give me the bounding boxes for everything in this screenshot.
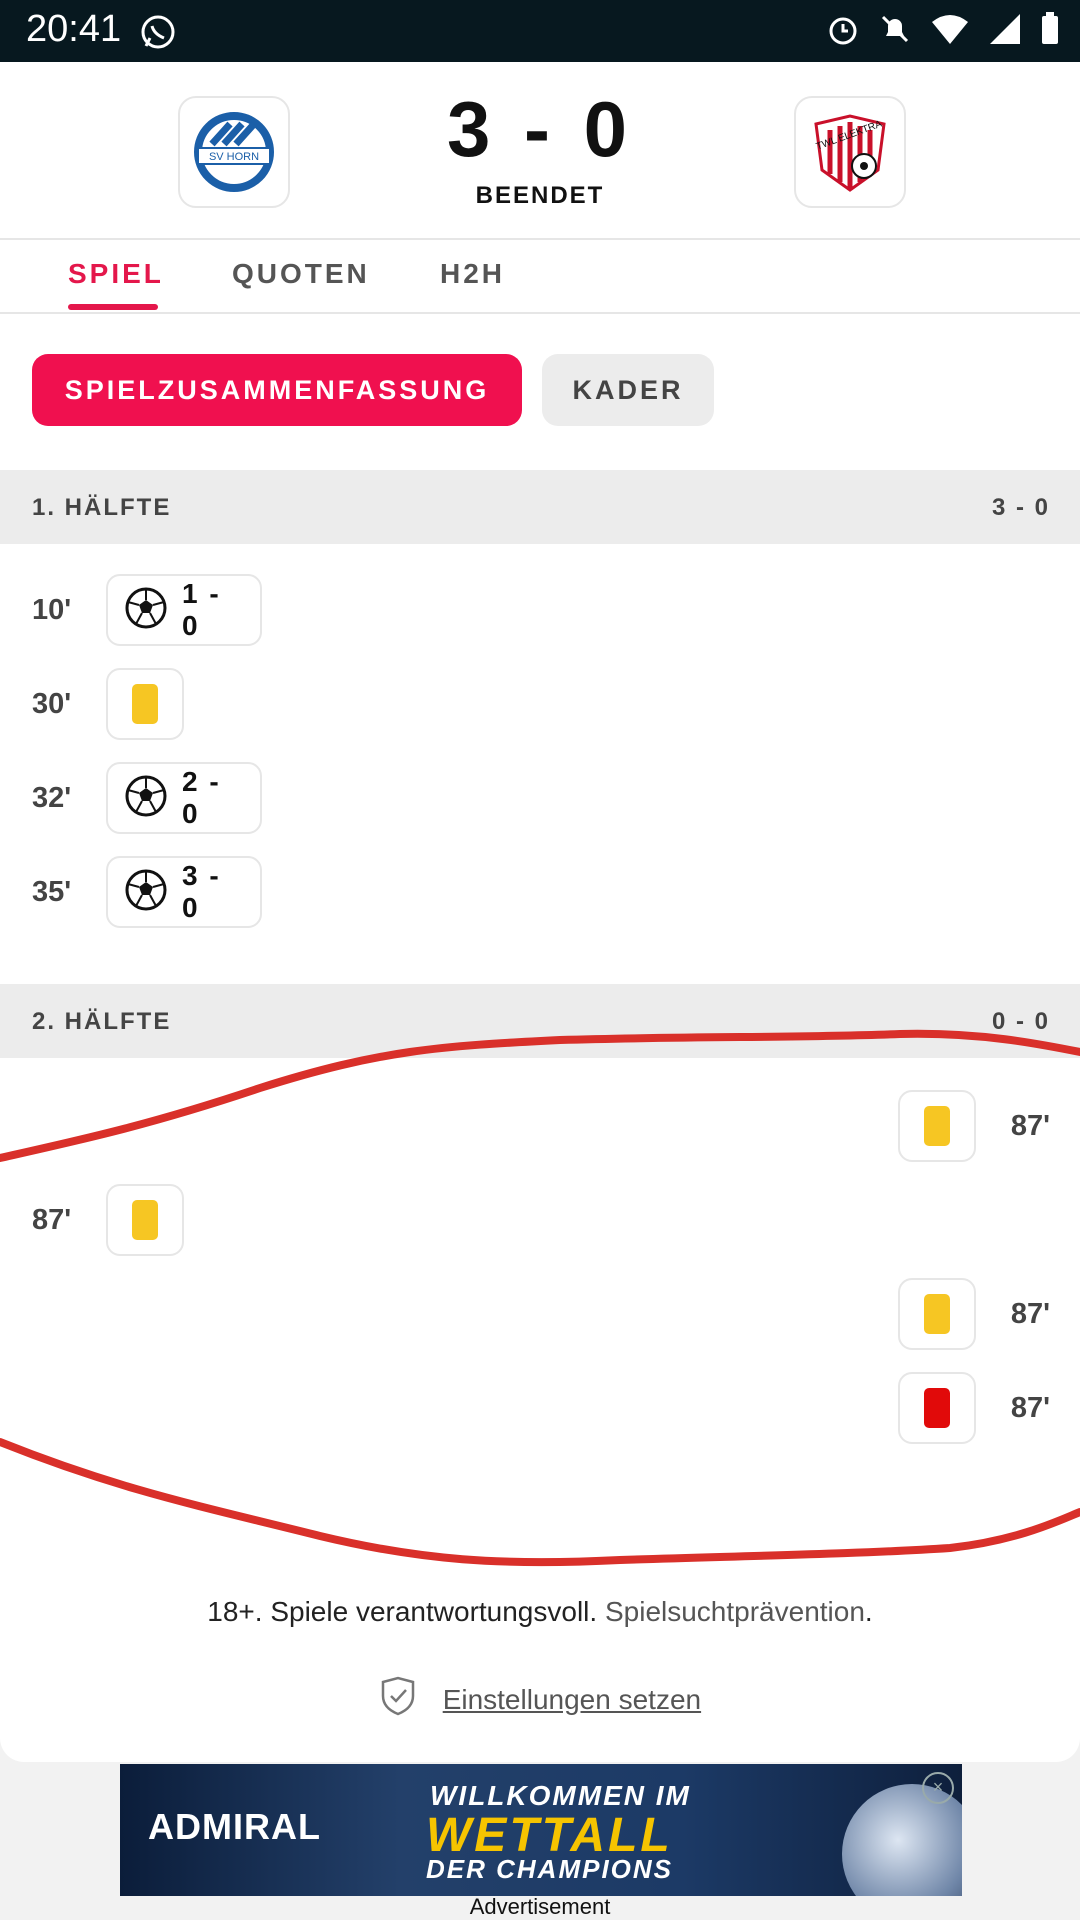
card-event[interactable] <box>898 1372 976 1444</box>
match-score: 3 - 0 <box>446 85 634 173</box>
match-card: SV HORN 3 - 0 BEENDET TWL ELEKTRA SPIEL … <box>0 62 1080 1762</box>
card-event[interactable] <box>898 1278 976 1350</box>
match-header: SV HORN 3 - 0 BEENDET TWL ELEKTRA <box>0 62 1080 240</box>
card-event[interactable] <box>106 1184 184 1256</box>
second-half-title: 2. HÄLFTE <box>32 1008 172 1035</box>
ad-banner[interactable]: ADMIRAL WILLKOMMEN IM WETTALL DER CHAMPI… <box>120 1764 962 1896</box>
event-minute: 87' <box>32 1204 72 1236</box>
goal-score: 1 - 0 <box>182 578 221 641</box>
event-minute: 87' <box>1010 1298 1050 1330</box>
footer-period: . <box>864 1596 873 1627</box>
ad-label: Advertisement <box>469 1894 611 1919</box>
settings-link[interactable]: Einstellungen setzen <box>443 1684 701 1715</box>
second-half-header: 2. HÄLFTE 0 - 0 <box>0 984 1080 1058</box>
first-half-header: 1. HÄLFTE 3 - 0 <box>0 470 1080 544</box>
soccer-ball-icon <box>124 586 168 635</box>
tab-spiel[interactable]: SPIEL <box>68 258 164 290</box>
card-event[interactable] <box>106 668 184 740</box>
first-half-result: 3 - 0 <box>991 494 1050 521</box>
status-bar: 20:41 <box>0 0 1080 62</box>
wifi-icon <box>930 12 970 51</box>
away-team-logo[interactable]: TWL ELEKTRA <box>794 96 906 208</box>
battery-icon <box>1040 12 1060 51</box>
age-notice: 18+. Spiele verantwortungsvoll. <box>207 1596 598 1627</box>
goal-event[interactable]: 3 - 0 <box>106 856 262 928</box>
event-row-away: 87' <box>0 1278 1080 1352</box>
event-minute: 87' <box>1010 1110 1050 1142</box>
yellow-card-icon <box>132 684 158 724</box>
event-minute: 32' <box>32 782 72 814</box>
soccer-ball-icon <box>124 774 168 823</box>
summary-button[interactable]: SPIELZUSAMMENFASSUNG <box>32 354 522 426</box>
soccer-ball-icon <box>124 868 168 917</box>
settings-row: Einstellungen setzen <box>0 1676 1080 1723</box>
bell-off-icon <box>878 12 912 51</box>
event-minute: 10' <box>32 594 72 626</box>
event-row-away: 87' <box>0 1090 1080 1164</box>
first-half-title: 1. HÄLFTE <box>32 494 172 521</box>
close-ad-icon[interactable]: × <box>922 1772 954 1804</box>
prevention-link[interactable]: Spielsuchtprävention <box>605 1596 865 1627</box>
tab-h2h[interactable]: H2H <box>440 258 505 290</box>
whatsapp-icon <box>138 12 178 57</box>
ad-line3: DER CHAMPIONS <box>426 1854 674 1884</box>
responsible-gaming-text: 18+. Spiele verantwortungsvoll. Spielsuc… <box>0 1596 1080 1628</box>
red-card-icon <box>924 1388 950 1428</box>
yellow-card-icon <box>924 1294 950 1334</box>
match-status: BEENDET <box>475 182 605 209</box>
event-minute: 87' <box>1010 1392 1050 1424</box>
active-tab-indicator <box>68 304 158 310</box>
event-minute: 35' <box>32 876 72 908</box>
signal-icon <box>988 12 1022 51</box>
event-row-away: 87' <box>0 1372 1080 1446</box>
goal-score: 2 - 0 <box>182 766 221 829</box>
event-minute: 30' <box>32 688 72 720</box>
status-time: 20:41 <box>26 8 122 50</box>
goal-event[interactable]: 2 - 0 <box>106 762 262 834</box>
goal-score: 3 - 0 <box>182 860 221 923</box>
alarm-icon <box>826 12 860 51</box>
tab-quoten[interactable]: QUOTEN <box>232 258 370 290</box>
ad-brand: ADMIRAL <box>148 1806 321 1847</box>
shield-check-icon <box>379 1676 417 1722</box>
second-half-result: 0 - 0 <box>991 1008 1050 1035</box>
goal-event[interactable]: 1 - 0 <box>106 574 262 646</box>
yellow-card-icon <box>924 1106 950 1146</box>
match-tabs: SPIEL QUOTEN H2H <box>0 238 1080 314</box>
yellow-card-icon <box>132 1200 158 1240</box>
squad-button[interactable]: KADER <box>542 354 714 426</box>
card-event[interactable] <box>898 1090 976 1162</box>
